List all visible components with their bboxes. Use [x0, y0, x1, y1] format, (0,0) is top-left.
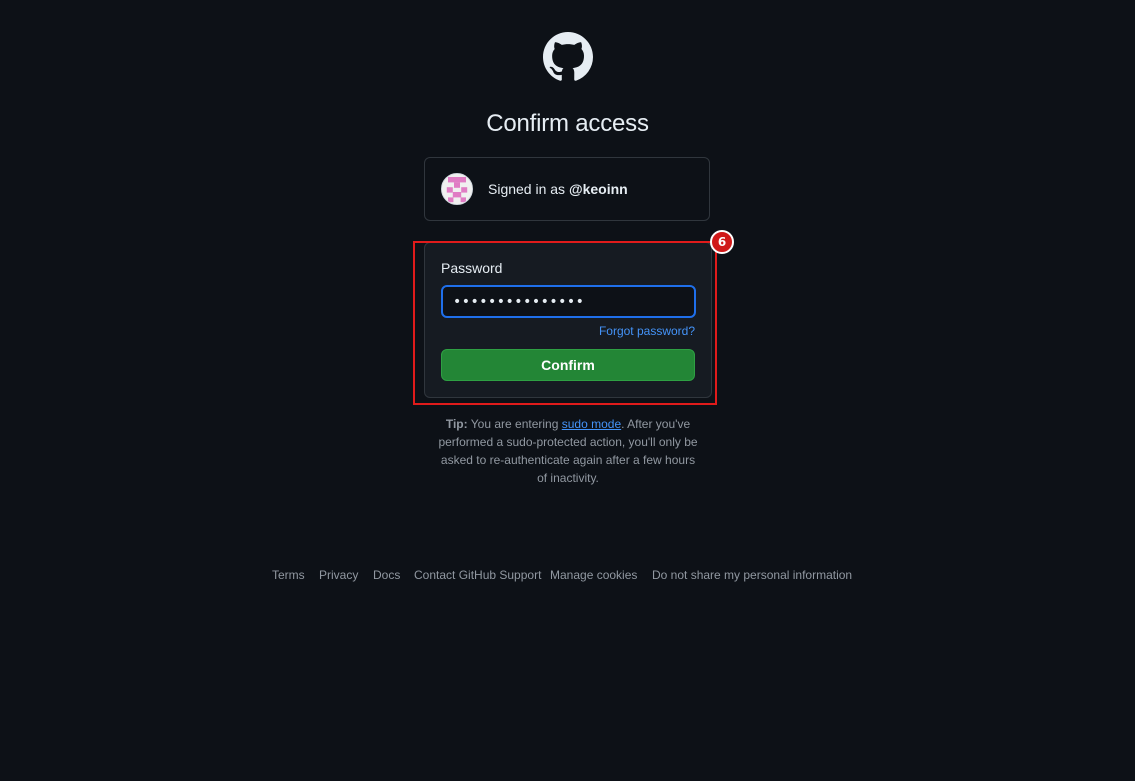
signed-in-card: Signed in as @keoinn: [424, 157, 710, 221]
sudo-tip: Tip: You are entering sudo mode. After y…: [437, 415, 699, 487]
tip-text-before: You are entering: [470, 417, 559, 431]
annotation-badge: 6: [710, 230, 734, 254]
signed-in-prefix: Signed in as: [488, 181, 566, 197]
confirm-button[interactable]: Confirm: [441, 349, 695, 381]
sudo-mode-link[interactable]: sudo mode: [562, 417, 621, 431]
password-input[interactable]: •••••••••••••••: [441, 285, 696, 318]
footer: Terms Privacy Docs Contact GitHub Suppor…: [0, 568, 1135, 584]
footer-link-manage-cookies[interactable]: Manage cookies: [550, 568, 637, 582]
footer-link-do-not-share[interactable]: Do not share my personal information: [652, 568, 852, 582]
footer-link-terms[interactable]: Terms: [272, 568, 305, 582]
tip-label: Tip:: [445, 417, 468, 431]
footer-link-privacy[interactable]: Privacy: [319, 568, 358, 582]
github-logo-icon[interactable]: [543, 32, 593, 82]
password-form: Password ••••••••••••••• Forgot password…: [424, 242, 712, 398]
username: @keoinn: [568, 181, 628, 197]
page-title: Confirm access: [486, 110, 649, 137]
password-label: Password: [441, 260, 503, 276]
footer-link-contact-support[interactable]: Contact GitHub Support: [414, 568, 541, 582]
signed-in-text: Signed in as @keoinn: [488, 181, 628, 197]
avatar: [441, 173, 473, 205]
forgot-password-link[interactable]: Forgot password?: [599, 324, 695, 338]
identicon-avatar-icon: [442, 174, 472, 204]
footer-link-docs[interactable]: Docs: [373, 568, 400, 582]
